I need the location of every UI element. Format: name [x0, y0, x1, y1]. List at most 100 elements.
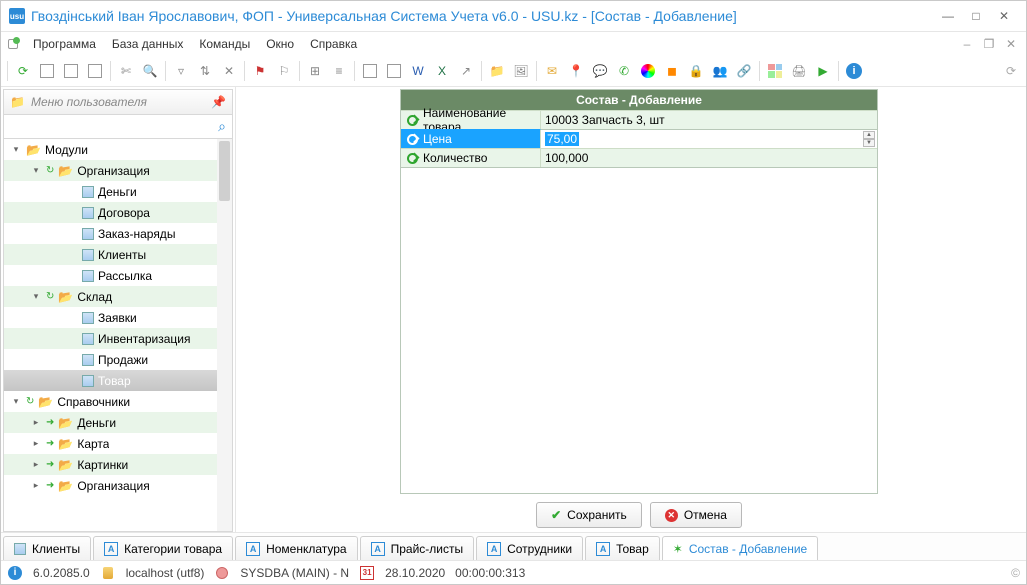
tree-node[interactable]: Рассылка [4, 265, 232, 286]
bullet-icon [407, 153, 418, 164]
tree-node[interactable]: Деньги [4, 181, 232, 202]
minimize-button[interactable]: — [934, 6, 962, 26]
tree-node[interactable]: ▾↻📂Справочники [4, 391, 232, 412]
tree-node[interactable]: ▾↻📂Склад [4, 286, 232, 307]
doc-tab[interactable]: ✶Состав - Добавление [662, 536, 818, 560]
scroll-thumb[interactable] [219, 141, 230, 201]
tool-search-icon[interactable]: 🔍 [139, 60, 161, 82]
tool-cut-icon[interactable]: ✄ [115, 60, 137, 82]
tool-play-icon[interactable]: ▶ [812, 60, 834, 82]
tool-save-icon[interactable] [84, 60, 106, 82]
tree-scrollbar[interactable] [217, 139, 232, 531]
status-info-icon[interactable]: i [7, 565, 23, 581]
tree-label: Рассылка [98, 269, 152, 283]
tool-refresh-icon[interactable]: ⟳ [12, 60, 34, 82]
tree-node[interactable]: Заявки [4, 307, 232, 328]
spinner[interactable]: ▲▼ [863, 131, 875, 147]
expand-icon[interactable]: ▾ [10, 144, 22, 156]
tool-tree-icon[interactable]: ⊞ [304, 60, 326, 82]
tool-print-icon[interactable]: 🖨 [788, 60, 810, 82]
mdi-restore-button[interactable]: ❐ [978, 35, 1000, 53]
tool-pin-icon[interactable]: 📍 [565, 60, 587, 82]
sidebar-search[interactable]: ⌕ [3, 115, 233, 139]
save-button[interactable]: ✔ Сохранить [536, 502, 642, 528]
tree-node[interactable]: ▾📂Модули [4, 139, 232, 160]
tool-rss-icon[interactable]: ◼ [661, 60, 683, 82]
doc-tab[interactable]: AТовар [585, 536, 660, 560]
expand-icon[interactable]: ▸ [30, 417, 42, 429]
doc-tab[interactable]: AНоменклатура [235, 536, 358, 560]
menu-database[interactable]: База данных [104, 32, 191, 56]
tool-grid-icon[interactable] [764, 60, 786, 82]
tool-lock-icon[interactable]: 🔒 [685, 60, 707, 82]
tool-list-icon[interactable]: ≡ [328, 60, 350, 82]
tree-node[interactable]: ▸➜📂Деньги [4, 412, 232, 433]
form-value-cell[interactable]: 10003 Запчасть 3, шт [541, 110, 877, 129]
tool-export-icon[interactable]: ↗ [455, 60, 477, 82]
tool-flag-icon[interactable]: ⚑ [249, 60, 271, 82]
tool-open-icon[interactable] [60, 60, 82, 82]
maximize-button[interactable]: □ [962, 6, 990, 26]
expand-icon[interactable]: ▾ [30, 165, 42, 177]
page-icon [82, 375, 94, 387]
tree-node[interactable]: Товар [4, 370, 232, 391]
tree-node[interactable]: Договора [4, 202, 232, 223]
tool-sms-icon[interactable]: ✆ [613, 60, 635, 82]
spin-up-icon[interactable]: ▲ [863, 131, 875, 139]
tool-sort-icon[interactable]: ⇅ [194, 60, 216, 82]
tool-new-icon[interactable] [36, 60, 58, 82]
tree-node[interactable]: Клиенты [4, 244, 232, 265]
spin-down-icon[interactable]: ▼ [863, 139, 875, 147]
expand-icon[interactable]: ▾ [10, 396, 22, 408]
tool-color-icon[interactable] [637, 60, 659, 82]
tree-node[interactable]: Инвентаризация [4, 328, 232, 349]
doc-tab[interactable]: Клиенты [3, 536, 91, 560]
tool-msg-icon[interactable]: 💬 [589, 60, 611, 82]
tool-filter-icon[interactable]: ▿ [170, 60, 192, 82]
tree-node[interactable]: Продажи [4, 349, 232, 370]
tree-node[interactable]: ▸➜📂Карта [4, 433, 232, 454]
form-row[interactable]: Наименование товара10003 Запчасть 3, шт [401, 110, 877, 129]
tool-paste-icon[interactable] [383, 60, 405, 82]
mdi-close-button[interactable]: ✕ [1000, 35, 1022, 53]
menu-commands[interactable]: Команды [191, 32, 258, 56]
mdi-minimize-button[interactable]: – [956, 35, 978, 53]
tool-clear-icon[interactable]: ✕ [218, 60, 240, 82]
tool-excel-icon[interactable]: X [431, 60, 453, 82]
menu-help[interactable]: Справка [302, 32, 365, 56]
page-icon [82, 186, 94, 198]
cancel-button[interactable]: ✕ Отмена [650, 502, 742, 528]
pin-icon[interactable]: 📌 [211, 95, 226, 109]
tool-flag2-icon[interactable]: ⚐ [273, 60, 295, 82]
tree-node[interactable]: ▸➜📂Организация [4, 475, 232, 496]
expand-icon[interactable]: ▸ [30, 438, 42, 450]
tool-copy-icon[interactable] [359, 60, 381, 82]
form-value-cell[interactable]: 75,00▲▼ [541, 129, 877, 148]
tree-node[interactable]: Заказ-наряды [4, 223, 232, 244]
expand-icon[interactable]: ▸ [30, 480, 42, 492]
tool-reconnect-icon[interactable]: ⟳ [1000, 60, 1022, 82]
doc-tab[interactable]: AКатегории товара [93, 536, 233, 560]
page-icon [82, 249, 94, 261]
tool-word-icon[interactable]: W [407, 60, 429, 82]
menu-window[interactable]: Окно [258, 32, 302, 56]
tree-node[interactable]: ▸➜📂Картинки [4, 454, 232, 475]
tool-link-icon[interactable]: 🔗 [733, 60, 755, 82]
menu-program[interactable]: Программа [25, 32, 104, 56]
form-row[interactable]: Количество100,000 [401, 148, 877, 167]
tool-info-icon[interactable]: i [843, 60, 865, 82]
expand-icon[interactable]: ▸ [30, 459, 42, 471]
expand-icon[interactable]: ▾ [30, 291, 42, 303]
tree-label: Заявки [98, 311, 137, 325]
tool-image-icon[interactable]: 🖼 [510, 60, 532, 82]
page-icon [82, 270, 94, 282]
tool-folder-icon[interactable]: 📁 [486, 60, 508, 82]
close-button[interactable]: ✕ [990, 6, 1018, 26]
doc-tab[interactable]: AСотрудники [476, 536, 583, 560]
tool-mail-icon[interactable]: ✉ [541, 60, 563, 82]
tool-users-icon[interactable]: 👥 [709, 60, 731, 82]
tree-node[interactable]: ▾↻📂Организация [4, 160, 232, 181]
form-row[interactable]: Цена75,00▲▼ [401, 129, 877, 148]
form-value-cell[interactable]: 100,000 [541, 148, 877, 167]
doc-tab[interactable]: AПрайс-листы [360, 536, 475, 560]
